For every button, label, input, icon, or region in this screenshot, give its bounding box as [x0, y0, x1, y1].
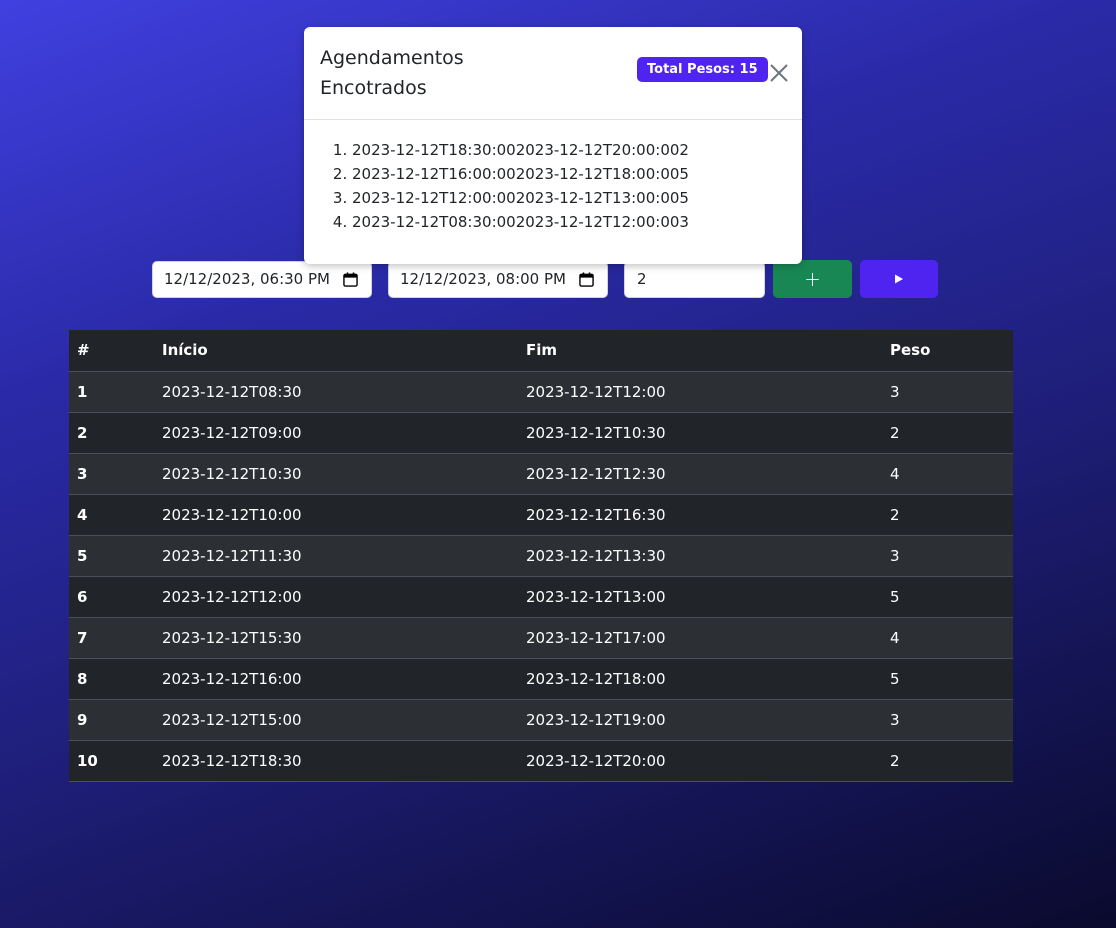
column-header-index: #	[69, 330, 154, 372]
weight-input[interactable]: 2	[624, 261, 765, 298]
row-end: 2023-12-12T13:30	[518, 535, 882, 577]
row-weight: 2	[882, 494, 1013, 536]
add-button[interactable]: +	[773, 260, 852, 298]
row-end: 2023-12-12T17:00	[518, 617, 882, 659]
table-row: 3 2023-12-12T10:30 2023-12-12T12:30 4	[69, 453, 1013, 495]
modal-title: Agendamentos Encotrados	[320, 47, 464, 99]
schedule-form: 12/12/2023, 06:30 PM 12/12/2023, 08:00 P…	[0, 260, 1116, 298]
row-index: 10	[69, 740, 154, 782]
row-start: 2023-12-12T10:00	[154, 494, 518, 536]
results-modal: Agendamentos Encotrados Total Pesos: 15 …	[304, 27, 802, 264]
row-weight: 3	[882, 699, 1013, 741]
table-row: 9 2023-12-12T15:00 2023-12-12T19:00 3	[69, 699, 1013, 741]
row-end: 2023-12-12T12:30	[518, 453, 882, 495]
results-list: 2023-12-12T18:30:002023-12-12T20:00:002 …	[320, 138, 786, 234]
row-weight: 3	[882, 371, 1013, 413]
end-datetime-input[interactable]: 12/12/2023, 08:00 PM	[388, 261, 608, 298]
row-end: 2023-12-12T18:00	[518, 658, 882, 700]
calendar-icon[interactable]	[579, 272, 594, 287]
start-datetime-value: 12/12/2023, 06:30 PM	[164, 270, 330, 288]
row-end: 2023-12-12T12:00	[518, 371, 882, 413]
row-start: 2023-12-12T08:30	[154, 371, 518, 413]
table-row: 10 2023-12-12T18:30 2023-12-12T20:00 2	[69, 740, 1013, 782]
table-row: 8 2023-12-12T16:00 2023-12-12T18:00 5	[69, 658, 1013, 700]
row-index: 2	[69, 412, 154, 454]
row-end: 2023-12-12T19:00	[518, 699, 882, 741]
row-weight: 3	[882, 535, 1013, 577]
row-end: 2023-12-12T20:00	[518, 740, 882, 782]
row-start: 2023-12-12T12:00	[154, 576, 518, 618]
row-index: 7	[69, 617, 154, 659]
column-header-weight: Peso	[882, 330, 1013, 372]
modal-body: 2023-12-12T18:30:002023-12-12T20:00:002 …	[304, 120, 802, 234]
column-header-end: Fim	[518, 330, 882, 372]
schedules-table: # Início Fim Peso 1 2023-12-12T08:30 202…	[69, 330, 1013, 782]
table-header-row: # Início Fim Peso	[69, 330, 1013, 372]
list-item: 2023-12-12T16:00:002023-12-12T18:00:005	[352, 162, 786, 186]
list-item: 2023-12-12T12:00:002023-12-12T13:00:005	[352, 186, 786, 210]
table-row: 6 2023-12-12T12:00 2023-12-12T13:00 5	[69, 576, 1013, 618]
list-item: 2023-12-12T08:30:002023-12-12T12:00:003	[352, 210, 786, 234]
row-start: 2023-12-12T18:30	[154, 740, 518, 782]
row-weight: 4	[882, 617, 1013, 659]
table-row: 4 2023-12-12T10:00 2023-12-12T16:30 2	[69, 494, 1013, 536]
table-row: 1 2023-12-12T08:30 2023-12-12T12:00 3	[69, 371, 1013, 413]
table-row: 5 2023-12-12T11:30 2023-12-12T13:30 3	[69, 535, 1013, 577]
row-start: 2023-12-12T11:30	[154, 535, 518, 577]
close-icon	[770, 64, 788, 82]
table-row: 7 2023-12-12T15:30 2023-12-12T17:00 4	[69, 617, 1013, 659]
modal-header: Agendamentos Encotrados Total Pesos: 15	[304, 27, 802, 120]
row-index: 9	[69, 699, 154, 741]
column-header-start: Início	[154, 330, 518, 372]
end-datetime-value: 12/12/2023, 08:00 PM	[400, 270, 566, 288]
row-index: 4	[69, 494, 154, 536]
total-weight-badge: Total Pesos: 15	[637, 57, 768, 82]
row-end: 2023-12-12T10:30	[518, 412, 882, 454]
table-row: 2 2023-12-12T09:00 2023-12-12T10:30 2	[69, 412, 1013, 454]
row-start: 2023-12-12T15:00	[154, 699, 518, 741]
start-datetime-input[interactable]: 12/12/2023, 06:30 PM	[152, 261, 372, 298]
row-index: 8	[69, 658, 154, 700]
row-end: 2023-12-12T16:30	[518, 494, 882, 536]
calendar-icon[interactable]	[343, 272, 358, 287]
plus-icon: +	[804, 267, 821, 291]
row-index: 1	[69, 371, 154, 413]
row-start: 2023-12-12T10:30	[154, 453, 518, 495]
row-start: 2023-12-12T16:00	[154, 658, 518, 700]
row-weight: 2	[882, 740, 1013, 782]
play-icon	[895, 274, 903, 284]
row-weight: 5	[882, 658, 1013, 700]
row-index: 6	[69, 576, 154, 618]
run-button[interactable]	[860, 260, 938, 298]
row-end: 2023-12-12T13:00	[518, 576, 882, 618]
row-weight: 5	[882, 576, 1013, 618]
list-item: 2023-12-12T18:30:002023-12-12T20:00:002	[352, 138, 786, 162]
row-start: 2023-12-12T09:00	[154, 412, 518, 454]
close-button[interactable]	[767, 61, 791, 85]
row-weight: 2	[882, 412, 1013, 454]
row-index: 5	[69, 535, 154, 577]
row-weight: 4	[882, 453, 1013, 495]
row-index: 3	[69, 453, 154, 495]
row-start: 2023-12-12T15:30	[154, 617, 518, 659]
